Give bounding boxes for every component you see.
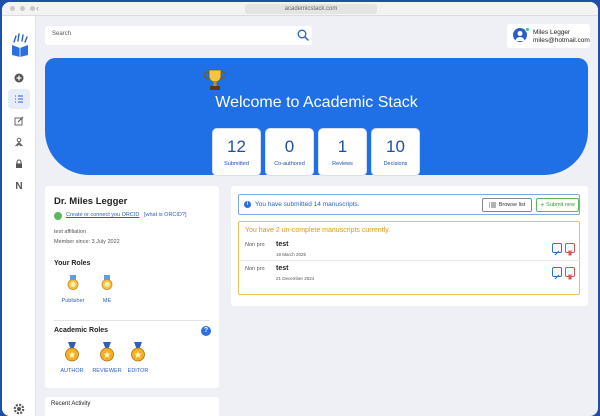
orcid-icon [54,212,62,220]
plus-icon: + [540,201,545,209]
role-me[interactable]: ME [92,275,122,304]
stat-label: Reviews [332,161,353,167]
edit-icon[interactable] [8,111,30,131]
welcome-banner: Welcome to Academic Stack 12 Submitted 0… [45,58,588,175]
profile-name: Dr. Miles Legger [54,196,128,207]
role-publisher[interactable]: Publisher [58,275,88,304]
stat-reviews[interactable]: 1 Reviews [319,129,366,175]
affiliation: test affiliation [54,229,87,235]
manuscript-type: Non pro [245,266,265,272]
divider [54,320,210,321]
welcome-title: Welcome to Academic Stack [215,94,418,111]
medal-icon [65,342,79,362]
orcid-link[interactable]: Create or connect you ORCID [66,212,139,218]
edit-button[interactable] [552,267,562,280]
manuscript-row[interactable]: Non pro test 21 December 2024 [240,263,580,285]
search-bar[interactable]: Search [45,26,312,45]
stat-label: Decisions [383,161,408,167]
manuscript-date: 21 December 2024 [276,276,315,281]
stat-value: 0 [284,137,295,156]
manuscripts-panel: i You have submitted 14 manuscripts. Bro… [231,186,588,306]
browser-toolbar: ‹ academicstack.com [2,2,598,16]
medal-icon [100,342,114,362]
incomplete-manuscripts-box: You have 2 un-complete manuscripts curre… [238,221,580,295]
stat-label: Co-authored [274,161,305,167]
manuscript-date: 18 March 2025 [276,252,307,257]
manuscript-row[interactable]: Non pro test 18 March 2025 [240,239,580,261]
stat-value: 1 [337,137,348,156]
n-icon[interactable]: N [8,176,30,196]
medal-icon [67,275,79,290]
user-email: miles@hotmail.com [533,37,590,44]
search-icon[interactable] [297,29,309,41]
browser-window: ‹ academicstack.com N Search Miles Legge… [2,2,598,416]
academic-role-editor[interactable]: EDITOR [121,342,155,374]
pencil-icon [554,274,560,280]
delete-button[interactable] [565,243,575,256]
manuscript-title[interactable]: test [276,241,288,248]
address-bar[interactable]: academicstack.com [245,4,377,14]
stat-label: Submitted [224,161,249,167]
stat-submitted[interactable]: 12 Submitted [213,129,260,175]
list-icon[interactable] [8,89,30,109]
user-menu[interactable]: Miles Legger miles@hotmail.com [507,24,590,48]
member-since: Member since: 3 July 2022 [54,239,120,245]
pencil-icon [554,250,560,256]
online-status-dot [525,27,530,32]
browse-list-button[interactable]: Browse list [482,198,532,212]
window-controls[interactable] [10,6,35,11]
add-icon[interactable] [8,68,30,88]
academic-role-reviewer[interactable]: REVIEWER [90,342,124,374]
search-input[interactable]: Search [52,31,71,37]
logo-icon[interactable] [10,33,30,57]
stat-value: 10 [386,137,405,156]
role-label: ME [102,298,112,304]
sidebar: N [2,16,36,416]
academic-role-label: AUTHOR [60,368,84,374]
academic-role-label: REVIEWER [92,368,122,374]
orcid-help-link[interactable]: [what is ORCID?] [144,212,186,218]
academic-role-author[interactable]: AUTHOR [55,342,89,374]
browse-list-label: Browse list [498,202,526,208]
settings-icon[interactable] [12,402,26,416]
help-icon[interactable]: ? [201,326,211,336]
academic-role-label: EDITOR [127,368,149,374]
academic-roles-heading: Academic Roles [54,327,109,334]
manuscript-title[interactable]: test [276,265,288,272]
edit-button[interactable] [552,243,562,256]
list-icon [488,202,496,208]
user-name: Miles Legger [533,29,571,36]
stat-decisions[interactable]: 10 Decisions [372,129,419,175]
roles-heading: Your Roles [54,260,91,267]
stat-co-authored[interactable]: 0 Co-authored [266,129,313,175]
medal-icon [131,342,145,362]
trash-icon [568,274,572,280]
stat-value: 12 [227,137,246,156]
role-label: Publisher [61,298,85,304]
people-icon[interactable] [8,132,30,152]
lock-icon[interactable] [8,154,30,174]
trash-icon [568,250,572,256]
info-icon: i [244,201,251,208]
manuscript-type: Non pro [245,242,265,248]
medal-icon [101,275,113,290]
profile-card: Dr. Miles Legger Create or connect you O… [45,186,219,388]
submit-new-button[interactable]: + Submit new [536,198,579,212]
recent-activity-heading: Recent Activity [51,401,91,407]
delete-button[interactable] [565,267,575,280]
recent-activity-card: Recent Activity [45,397,219,416]
submissions-info-bar: i You have submitted 14 manuscripts. Bro… [238,194,580,215]
trophy-icon [203,69,227,90]
submissions-count-text: You have submitted 14 manuscripts. [255,201,360,208]
incomplete-warning-text: You have 2 un-complete manuscripts curre… [245,227,391,234]
submit-new-label: Submit new [546,202,575,208]
back-arrow-icon[interactable]: ‹ [36,3,39,13]
